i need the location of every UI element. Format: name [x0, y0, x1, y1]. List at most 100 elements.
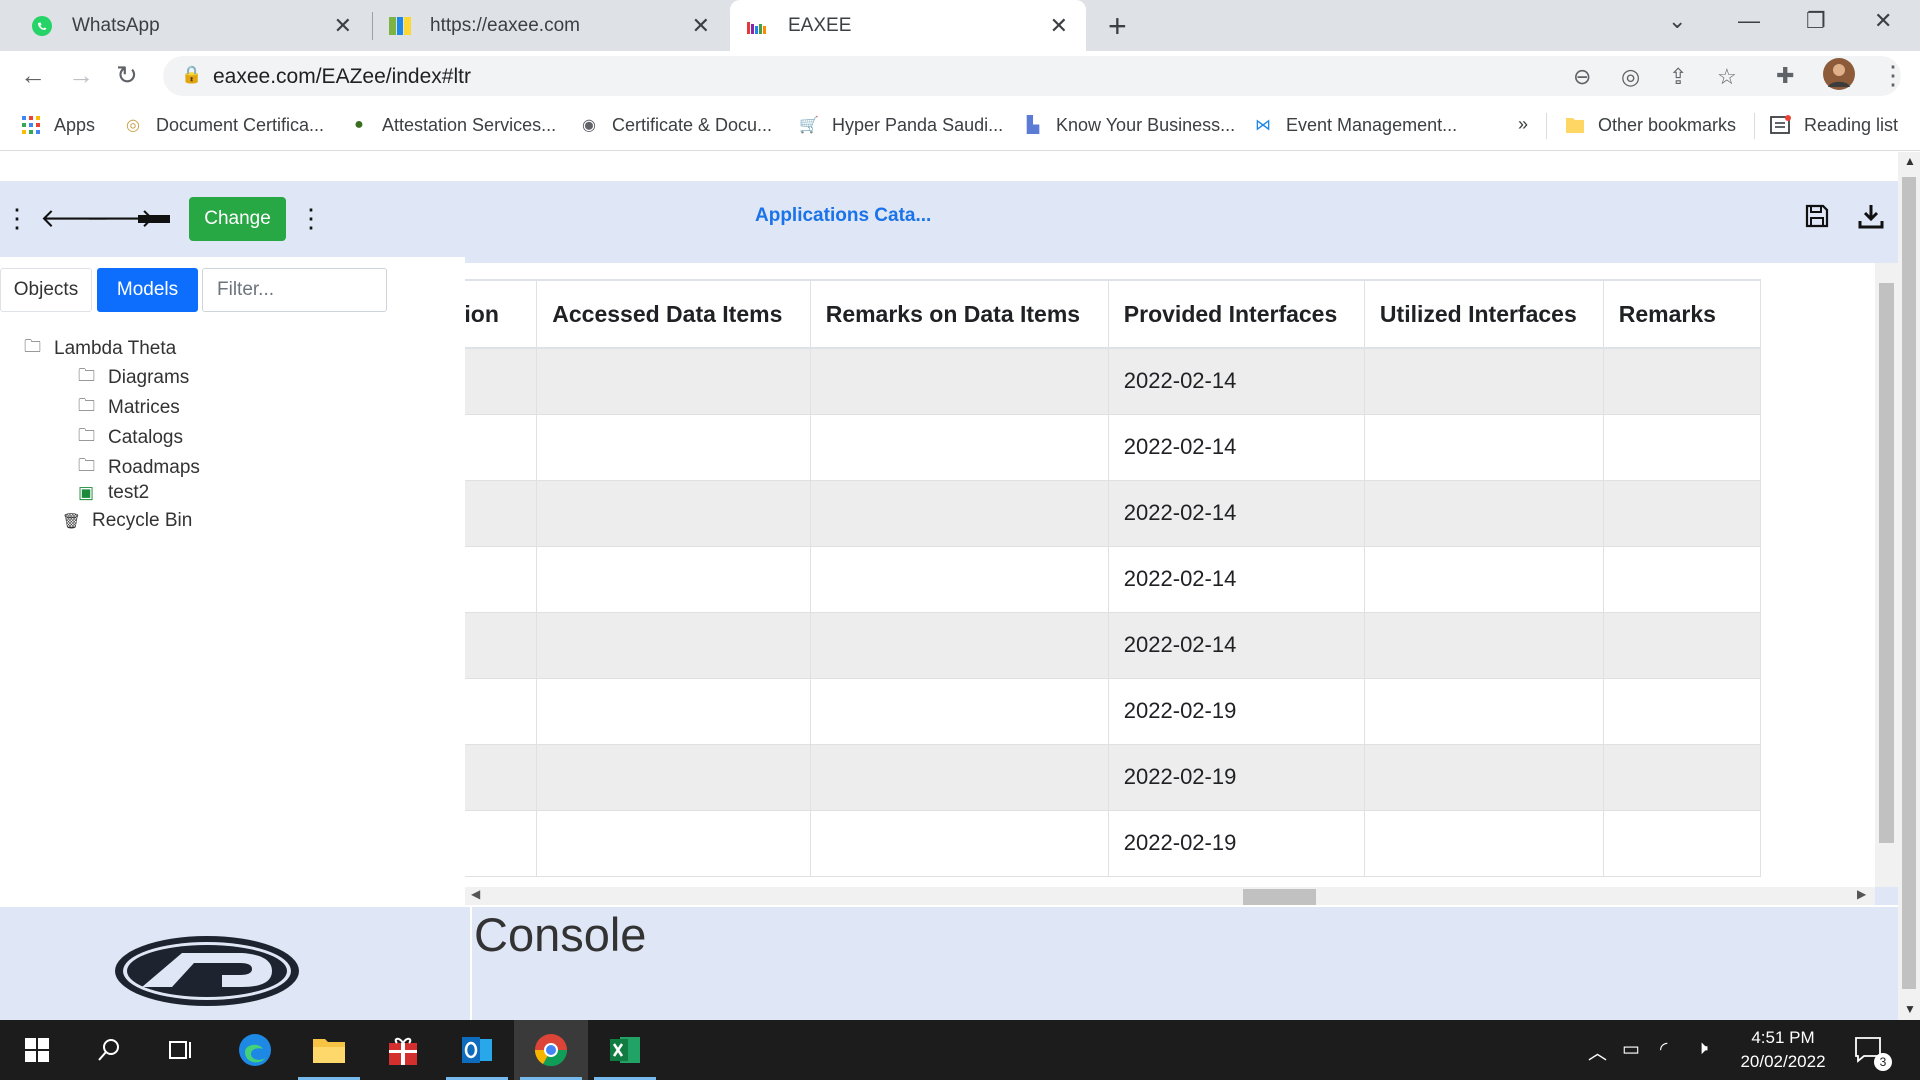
scroll-up-arrow-icon[interactable]: ▲: [1904, 154, 1916, 168]
tab-objects[interactable]: Objects: [0, 268, 92, 312]
table-cell[interactable]: [536, 546, 811, 613]
table-cell[interactable]: [810, 480, 1109, 547]
table-cell[interactable]: [536, 612, 811, 679]
table-cell[interactable]: [465, 678, 538, 745]
table-cell[interactable]: [1603, 612, 1762, 679]
scroll-left-arrow-icon[interactable]: ◀: [471, 887, 480, 901]
tab-models[interactable]: Models: [97, 268, 198, 312]
tree-item-catalogs[interactable]: 🗀 Catalogs: [78, 423, 183, 452]
table-cell[interactable]: 2022-02-14: [1108, 414, 1365, 481]
table-cell[interactable]: 2022-02-19: [1108, 678, 1365, 745]
collapse-bar-icon[interactable]: [138, 215, 170, 223]
task-view-icon[interactable]: [144, 1020, 218, 1080]
table-cell[interactable]: [1364, 348, 1604, 415]
table-cell[interactable]: [1603, 546, 1762, 613]
tree-root-lambda-theta[interactable]: 🗀 Lambda Theta: [24, 334, 176, 363]
menu-kebab-icon[interactable]: ⋮: [1880, 60, 1906, 91]
tab-whatsapp[interactable]: WhatsApp ✕: [0, 0, 370, 51]
table-cell[interactable]: [1364, 546, 1604, 613]
file-explorer-icon[interactable]: [292, 1020, 366, 1080]
table-cell[interactable]: 2022-02-14: [1108, 546, 1365, 613]
save-icon[interactable]: [1804, 203, 1830, 236]
filter-input[interactable]: Filter...: [202, 268, 387, 312]
close-icon[interactable]: ✕: [334, 13, 352, 39]
bookmark-star-icon[interactable]: ☆: [1717, 64, 1737, 90]
close-icon[interactable]: ✕: [692, 13, 710, 39]
forward-icon[interactable]: →: [68, 60, 94, 91]
reading-list[interactable]: Reading list: [1770, 114, 1898, 136]
excel-icon[interactable]: [588, 1020, 662, 1080]
tab-eaxee-app[interactable]: EAXEE ✕: [730, 0, 1086, 51]
close-window-icon[interactable]: ✕: [1874, 8, 1892, 34]
table-cell[interactable]: [810, 678, 1109, 745]
table-cell[interactable]: 2022-02-19: [1108, 744, 1365, 811]
column-header[interactable]: Localization: [465, 279, 538, 349]
table-cell[interactable]: [810, 744, 1109, 811]
system-clock[interactable]: 4:51 PM 20/02/2022: [1733, 1026, 1833, 1074]
table-cell[interactable]: 2022-02-14: [1108, 612, 1365, 679]
address-bar[interactable]: 🔒 eaxee.com/EAZee/index#ltr ⊖ ◎ ⇪ ☆: [163, 56, 1901, 96]
bookmark-attestation[interactable]: ● Attestation Services...: [348, 114, 556, 136]
bookmark-document-certification[interactable]: ◎ Document Certifica...: [122, 114, 324, 136]
table-cell[interactable]: [1364, 744, 1604, 811]
bookmark-event-management[interactable]: ⋈ Event Management...: [1252, 114, 1457, 136]
table-cell[interactable]: [536, 678, 811, 745]
table-cell[interactable]: [536, 348, 811, 415]
grid-vertical-scrollbar[interactable]: [1875, 263, 1898, 887]
column-header[interactable]: Accessed Data Items: [536, 279, 811, 349]
lock-icon[interactable]: 🔒: [181, 65, 202, 85]
url-text[interactable]: eaxee.com/EAZee/index#ltr: [213, 65, 471, 89]
change-button[interactable]: Change: [189, 197, 286, 241]
tree-item-recycle-bin[interactable]: 🗑 Recycle Bin: [62, 510, 192, 532]
outlook-icon[interactable]: [440, 1020, 514, 1080]
table-cell[interactable]: [1603, 414, 1762, 481]
table-cell[interactable]: [465, 348, 538, 415]
table-cell[interactable]: [810, 546, 1109, 613]
table-cell[interactable]: [1603, 480, 1762, 547]
more-options-icon[interactable]: ⋮: [298, 203, 324, 234]
column-header[interactable]: Remarks: [1603, 279, 1762, 349]
table-cell[interactable]: 2022-02-14: [1108, 348, 1365, 415]
table-row[interactable]: 2022-02-14: [465, 348, 1762, 415]
extensions-icon[interactable]: ✚: [1776, 63, 1794, 89]
minimize-icon[interactable]: —: [1738, 8, 1760, 34]
table-cell[interactable]: [465, 810, 538, 877]
table-cell[interactable]: [1603, 348, 1762, 415]
column-header[interactable]: Utilized Interfaces: [1364, 279, 1604, 349]
vertical-dots-icon[interactable]: ⋮: [4, 203, 30, 234]
share-icon[interactable]: ⇪: [1669, 64, 1687, 90]
tray-chevron-icon[interactable]: ︿: [1588, 1038, 1607, 1065]
bookmark-certificate-docu[interactable]: ◉ Certificate & Docu...: [578, 114, 772, 136]
tab-eaxee-site[interactable]: https://eaxee.com ✕: [374, 0, 728, 51]
table-cell[interactable]: [465, 480, 538, 547]
zoom-icon[interactable]: ⊖: [1573, 64, 1591, 90]
table-cell[interactable]: [465, 744, 538, 811]
column-header[interactable]: Remarks on Data Items: [810, 279, 1109, 349]
table-row[interactable]: 2022-02-14: [465, 480, 1762, 547]
grid-horizontal-scrollbar[interactable]: ◀ ▶: [465, 887, 1875, 905]
gift-app-icon[interactable]: [366, 1020, 440, 1080]
search-icon[interactable]: [72, 1020, 146, 1080]
table-cell[interactable]: [465, 612, 538, 679]
edge-icon[interactable]: [218, 1020, 292, 1080]
table-row[interactable]: 2022-02-19: [465, 744, 1762, 811]
scrollbar-thumb[interactable]: [1243, 889, 1316, 905]
bookmark-apps[interactable]: Apps: [20, 114, 95, 136]
more-bookmarks-chevron[interactable]: »: [1518, 114, 1528, 135]
table-cell[interactable]: [465, 414, 538, 481]
table-cell[interactable]: [1364, 414, 1604, 481]
table-cell[interactable]: [536, 480, 811, 547]
table-cell[interactable]: [1364, 480, 1604, 547]
close-icon[interactable]: ✕: [1050, 13, 1068, 39]
table-cell[interactable]: [810, 348, 1109, 415]
chrome-icon[interactable]: [514, 1020, 588, 1080]
table-cell[interactable]: [810, 612, 1109, 679]
avatar[interactable]: [1822, 57, 1856, 98]
table-cell[interactable]: [810, 810, 1109, 877]
table-cell[interactable]: [810, 414, 1109, 481]
scrollbar-thumb[interactable]: [1879, 283, 1894, 843]
table-cell[interactable]: 2022-02-19: [1108, 810, 1365, 877]
table-row[interactable]: 2022-02-19: [465, 810, 1762, 877]
table-cell[interactable]: [1364, 678, 1604, 745]
reload-icon[interactable]: ↻: [116, 60, 138, 91]
